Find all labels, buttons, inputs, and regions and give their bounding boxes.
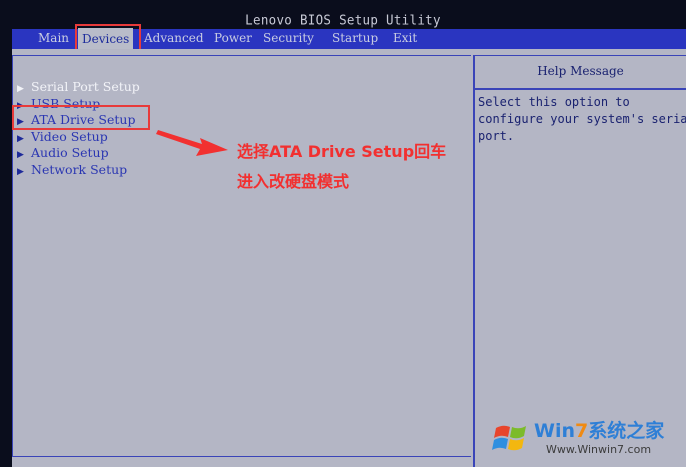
tab-startup[interactable]: Startup <box>332 31 378 45</box>
annotation-text: 选择ATA Drive Setup回车 进入改硬盘模式 <box>237 137 446 197</box>
tab-advanced[interactable]: Advanced <box>144 31 204 45</box>
help-panel-title: Help Message <box>475 56 686 90</box>
tab-power[interactable]: Power <box>214 31 252 45</box>
annotation-line-1: 选择ATA Drive Setup回车 <box>237 142 447 161</box>
menu-item-serial-port-setup[interactable]: ▶ Serial Port Setup <box>17 79 140 96</box>
watermark-brand: Win7系统之家 <box>534 420 665 442</box>
menu-item-label: Serial Port Setup <box>31 79 140 94</box>
tab-main[interactable]: Main <box>38 31 69 45</box>
watermark: Win7系统之家 Www.Winwin7.com <box>488 410 686 467</box>
menu-item-label: Network Setup <box>31 161 128 177</box>
ata-drive-highlight <box>12 105 150 130</box>
annotation-line-2: 进入改硬盘模式 <box>237 172 350 191</box>
menu-item-label: Audio Setup <box>31 145 109 160</box>
menu-item-label: Video Setup <box>31 128 108 144</box>
tab-exit[interactable]: Exit <box>393 31 417 45</box>
help-panel-text: Select this option to configure your sys… <box>478 95 686 143</box>
menu-item-video-setup[interactable]: ▶ Video Setup <box>17 129 140 146</box>
help-panel: Help Message Select this option to confi… <box>473 55 686 467</box>
triangle-right-icon: ▶ <box>17 166 24 177</box>
tab-security[interactable]: Security <box>263 31 314 45</box>
windows-logo-icon <box>492 425 526 451</box>
menu-item-audio-setup[interactable]: ▶ Audio Setup <box>17 145 140 162</box>
menu-item-network-setup[interactable]: ▶ Network Setup <box>17 162 140 179</box>
watermark-url: Www.Winwin7.com <box>546 443 652 456</box>
bios-screen: Lenovo BIOS Setup Utility Main Devices A… <box>0 0 686 467</box>
pointer-arrow-icon <box>156 130 228 156</box>
